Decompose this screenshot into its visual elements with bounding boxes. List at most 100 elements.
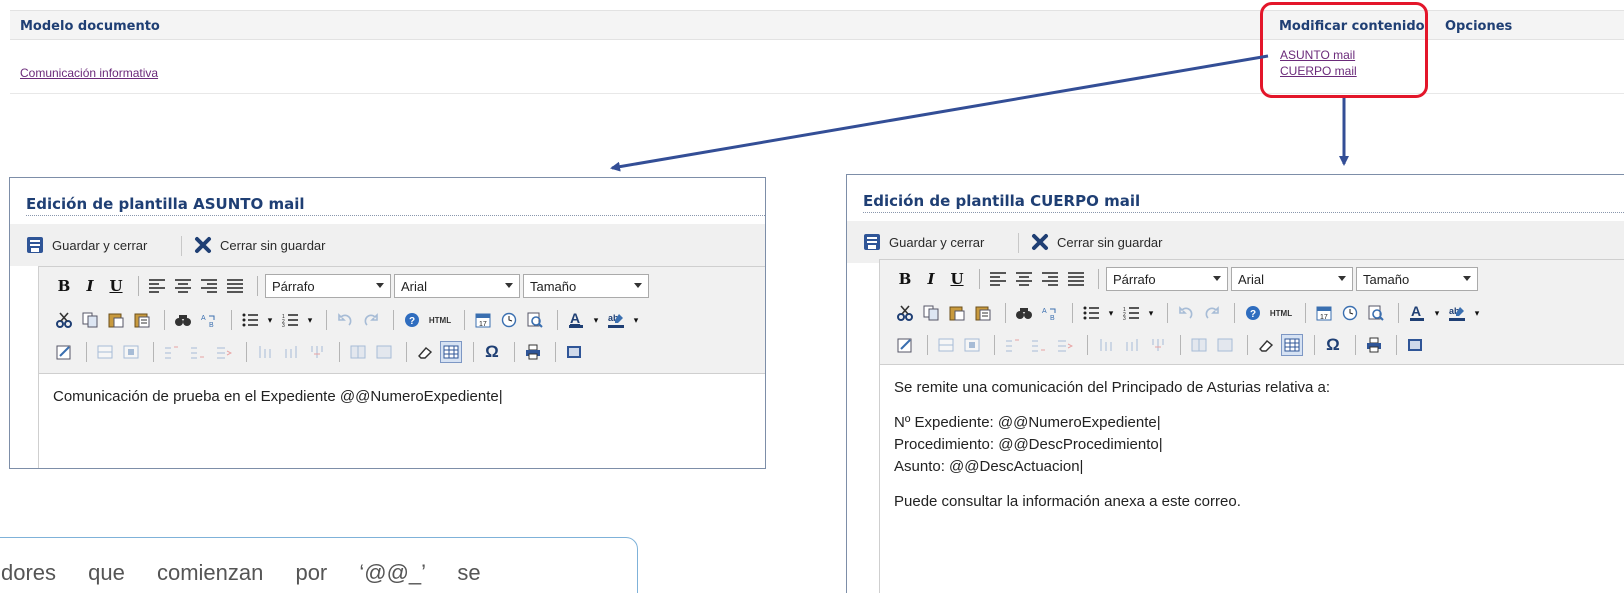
delete-col-icon[interactable] (306, 341, 328, 363)
styles-icon[interactable] (894, 334, 916, 356)
undo-icon[interactable] (334, 309, 356, 331)
fullscreen-icon[interactable] (1404, 334, 1426, 356)
italic-button[interactable]: I (920, 268, 942, 290)
delete-col-icon[interactable] (1147, 334, 1169, 356)
align-right-icon[interactable] (1039, 268, 1061, 290)
close-without-save-button[interactable]: Cerrar sin guardar (194, 236, 326, 254)
bullet-list-icon[interactable] (239, 309, 261, 331)
merge-cells-icon[interactable] (373, 341, 395, 363)
align-left-icon[interactable] (987, 268, 1009, 290)
html-source-button[interactable]: HTML (427, 309, 453, 331)
cut-icon[interactable] (53, 309, 75, 331)
highlight-color-icon[interactable]: ab (605, 309, 627, 331)
help-icon[interactable]: ? (1242, 302, 1264, 324)
bold-button[interactable]: B (894, 268, 916, 290)
body-editor-content[interactable]: Se remite una comunicación del Principad… (879, 365, 1624, 593)
insert-col-before-icon[interactable] (254, 341, 276, 363)
paste-text-icon[interactable] (131, 309, 153, 331)
special-char-icon[interactable]: Ω (481, 341, 503, 363)
copy-icon[interactable] (79, 309, 101, 331)
special-char-icon[interactable]: Ω (1322, 334, 1344, 356)
chevron-down-icon[interactable]: ▾ (305, 309, 315, 331)
fullscreen-icon[interactable] (563, 341, 585, 363)
paste-icon[interactable] (105, 309, 127, 331)
table-row-icon[interactable] (94, 341, 116, 363)
highlight-color-icon[interactable]: ab (1446, 302, 1468, 324)
chevron-down-icon[interactable]: ▾ (591, 309, 601, 331)
insert-row-after-icon[interactable] (187, 341, 209, 363)
insert-col-after-icon[interactable] (280, 341, 302, 363)
insert-date-icon[interactable]: 17 (1313, 302, 1335, 324)
merge-cells-icon[interactable] (1214, 334, 1236, 356)
paragraph-select[interactable]: Párrafo (265, 274, 391, 298)
bullet-list-icon[interactable] (1080, 302, 1102, 324)
size-select[interactable]: Tamaño (1356, 267, 1478, 291)
help-icon[interactable]: ? (401, 309, 423, 331)
preview-icon[interactable] (1365, 302, 1387, 324)
chevron-down-icon[interactable]: ▾ (631, 309, 641, 331)
undo-icon[interactable] (1175, 302, 1197, 324)
redo-icon[interactable] (1201, 302, 1223, 324)
insert-table-icon[interactable] (1281, 334, 1303, 356)
find-icon[interactable] (172, 309, 194, 331)
cut-icon[interactable] (894, 302, 916, 324)
insert-time-icon[interactable] (1339, 302, 1361, 324)
size-select[interactable]: Tamaño (523, 274, 649, 298)
chevron-down-icon[interactable]: ▾ (265, 309, 275, 331)
save-close-button[interactable]: Guardar y cerrar (26, 236, 147, 254)
insert-row-before-icon[interactable] (1002, 334, 1024, 356)
copy-icon[interactable] (920, 302, 942, 324)
replace-icon[interactable]: AB (1039, 302, 1061, 324)
save-close-button[interactable]: Guardar y cerrar (863, 233, 984, 251)
split-cells-icon[interactable] (1188, 334, 1210, 356)
html-source-button[interactable]: HTML (1268, 302, 1294, 324)
split-cells-icon[interactable] (347, 341, 369, 363)
delete-row-icon[interactable] (213, 341, 235, 363)
insert-col-before-icon[interactable] (1095, 334, 1117, 356)
table-cell-icon[interactable] (120, 341, 142, 363)
insert-col-after-icon[interactable] (1121, 334, 1143, 356)
styles-icon[interactable] (53, 341, 75, 363)
chevron-down-icon[interactable]: ▾ (1146, 302, 1156, 324)
paste-text-icon[interactable] (972, 302, 994, 324)
delete-row-icon[interactable] (1054, 334, 1076, 356)
font-select[interactable]: Arial (1231, 267, 1353, 291)
chevron-down-icon[interactable]: ▾ (1432, 302, 1442, 324)
align-left-icon[interactable] (146, 275, 168, 297)
paste-icon[interactable] (946, 302, 968, 324)
align-center-icon[interactable] (1013, 268, 1035, 290)
insert-table-icon[interactable] (440, 341, 462, 363)
bold-button[interactable]: B (53, 275, 75, 297)
insert-time-icon[interactable] (498, 309, 520, 331)
text-color-icon[interactable]: A (565, 309, 587, 331)
align-justify-icon[interactable] (1065, 268, 1087, 290)
subject-editor-content[interactable]: Comunicación de prueba en el Expediente … (38, 374, 765, 468)
align-center-icon[interactable] (172, 275, 194, 297)
replace-icon[interactable]: AB (198, 309, 220, 331)
print-icon[interactable] (1363, 334, 1385, 356)
numbered-list-icon[interactable]: 123 (1120, 302, 1142, 324)
align-justify-icon[interactable] (224, 275, 246, 297)
insert-row-before-icon[interactable] (161, 341, 183, 363)
insert-date-icon[interactable]: 17 (472, 309, 494, 331)
preview-icon[interactable] (524, 309, 546, 331)
print-icon[interactable] (522, 341, 544, 363)
find-icon[interactable] (1013, 302, 1035, 324)
eraser-icon[interactable] (414, 341, 436, 363)
table-cell-icon[interactable] (961, 334, 983, 356)
close-without-save-button[interactable]: Cerrar sin guardar (1031, 233, 1163, 251)
font-select[interactable]: Arial (394, 274, 520, 298)
underline-button[interactable]: U (105, 275, 127, 297)
table-row-icon[interactable] (935, 334, 957, 356)
underline-button[interactable]: U (946, 268, 968, 290)
italic-button[interactable]: I (79, 275, 101, 297)
align-right-icon[interactable] (198, 275, 220, 297)
document-model-link[interactable]: Comunicación informativa (20, 66, 158, 80)
chevron-down-icon[interactable]: ▾ (1106, 302, 1116, 324)
numbered-list-icon[interactable]: 123 (279, 309, 301, 331)
paragraph-select[interactable]: Párrafo (1106, 267, 1228, 291)
text-color-icon[interactable]: A (1406, 302, 1428, 324)
eraser-icon[interactable] (1255, 334, 1277, 356)
insert-row-after-icon[interactable] (1028, 334, 1050, 356)
redo-icon[interactable] (360, 309, 382, 331)
